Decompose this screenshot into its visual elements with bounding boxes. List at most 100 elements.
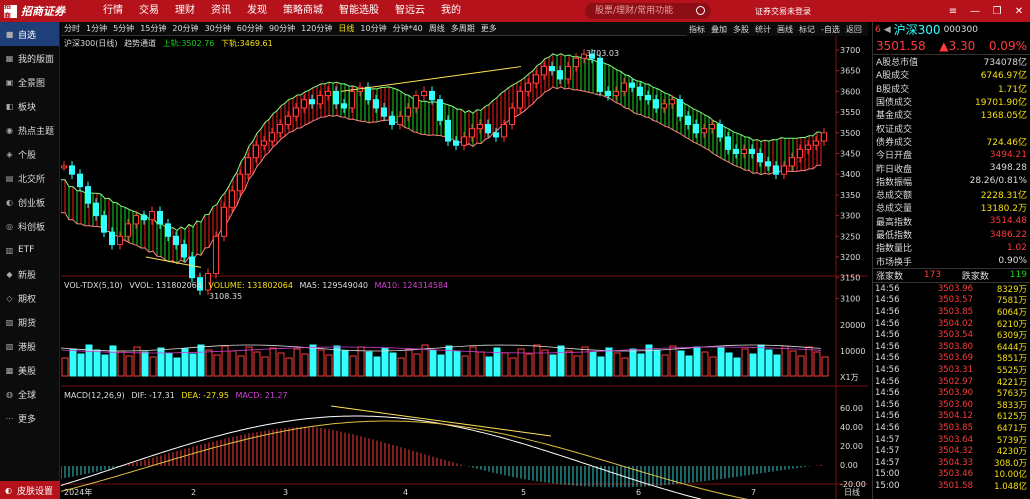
- tick-price-13: 3503.64: [937, 434, 973, 445]
- period-tab-7[interactable]: 90分钟: [266, 23, 298, 34]
- tool-6[interactable]: -自选: [818, 24, 843, 35]
- tick-row-6[interactable]: 14:56 3503.69 5851万: [873, 353, 1030, 364]
- skin-settings-button[interactable]: ◐ 皮肤设置: [0, 481, 60, 499]
- tool-7[interactable]: 返回: [843, 24, 865, 35]
- tick-price-17: 3501.58: [937, 480, 973, 491]
- tool-4[interactable]: 画线: [774, 24, 796, 35]
- period-tab-10[interactable]: 10分钟: [357, 23, 389, 34]
- sidebar-item-0[interactable]: ■ 自选: [0, 22, 59, 46]
- vol-bar-19: [213, 354, 221, 377]
- nav-item-1[interactable]: 交易: [131, 0, 167, 22]
- date-tick-1: 2: [191, 488, 196, 497]
- sidebar-item-11[interactable]: ◇ 期权: [0, 286, 59, 310]
- stat-label-10: 总成交额: [876, 191, 913, 202]
- stat-label-2: B股成交: [876, 84, 910, 95]
- nav-item-8[interactable]: 我的: [433, 0, 469, 22]
- tool-2[interactable]: 多股: [730, 24, 752, 35]
- candle-39: [373, 99, 379, 109]
- minimize-icon[interactable]: —: [964, 6, 986, 17]
- sidebar-item-16[interactable]: ⋯ 更多: [0, 406, 59, 430]
- candle-59: [533, 74, 539, 84]
- vol-bar-87: [757, 344, 765, 377]
- close-icon[interactable]: ✕: [1008, 6, 1030, 17]
- tick-list[interactable]: 14:56 3503.96 8329万 14:56 3503.57 7581万 14:56 3…: [873, 283, 1030, 492]
- period-tab-6[interactable]: 60分钟: [234, 23, 266, 34]
- sidebar-item-8[interactable]: ◎ 科创板: [0, 214, 59, 238]
- stat-label-6: 债券成交: [876, 137, 913, 148]
- period-tab-3[interactable]: 15分钟: [137, 23, 169, 34]
- chevron-left-icon[interactable]: ◀: [884, 25, 891, 35]
- sidebar-item-6[interactable]: ▤ 北交所: [0, 166, 59, 190]
- sidebar-item-13[interactable]: ▧ 港股: [0, 334, 59, 358]
- sidebar-item-2[interactable]: ▣ 全景图: [0, 70, 59, 94]
- tick-row-9[interactable]: 14:56 3503.90 5763万: [873, 387, 1030, 399]
- menu-icon[interactable]: ≡: [942, 6, 964, 17]
- nav-item-2[interactable]: 理财: [167, 0, 203, 22]
- period-tab-11[interactable]: 分钟*40: [390, 23, 426, 34]
- tick-row-16[interactable]: 15:00 3503.46 10.00亿: [873, 469, 1030, 480]
- tick-row-17[interactable]: 15:00 3501.58 1.048亿: [873, 480, 1030, 492]
- skin-label: 皮肤设置: [17, 486, 54, 497]
- period-tab-8[interactable]: 120分钟: [298, 23, 335, 34]
- nav-item-3[interactable]: 资讯: [203, 0, 239, 22]
- tick-row-2[interactable]: 14:56 3503.85 6064万: [873, 306, 1030, 318]
- tick-row-8[interactable]: 14:56 3502.97 4221万: [873, 376, 1030, 388]
- tool-1[interactable]: 叠加: [708, 24, 730, 35]
- tick-row-3[interactable]: 14:56 3504.02 6210万: [873, 318, 1030, 330]
- tool-0[interactable]: 指标: [686, 24, 708, 35]
- tick-row-10[interactable]: 14:56 3503.60 5833万: [873, 399, 1030, 411]
- sidebar-item-7[interactable]: ◐ 创业板: [0, 190, 59, 214]
- sidebar-item-9[interactable]: ▥ ETF: [0, 238, 59, 262]
- maximize-icon[interactable]: ❐: [986, 6, 1008, 17]
- period-tab-1[interactable]: 1分钟: [83, 23, 110, 34]
- tool-3[interactable]: 统计: [752, 24, 774, 35]
- sidebar-item-15[interactable]: ◍ 全球: [0, 382, 59, 406]
- period-tab-13[interactable]: 多周期: [448, 23, 478, 34]
- tool-5[interactable]: 标记: [796, 24, 818, 35]
- search-input[interactable]: 股票/理财/常用功能: [585, 3, 711, 19]
- period-tab-12[interactable]: 周线: [426, 23, 448, 34]
- sidebar-item-3[interactable]: ◧ 板块: [0, 94, 59, 118]
- candle-80: [701, 128, 707, 134]
- nav-item-0[interactable]: 行情: [95, 0, 131, 22]
- sidebar-item-4[interactable]: ◉ 热点主题: [0, 118, 59, 142]
- tick-row-11[interactable]: 14:56 3504.12 6125万: [873, 411, 1030, 422]
- period-tab-4[interactable]: 20分钟: [169, 23, 201, 34]
- period-tab-2[interactable]: 5分钟: [110, 23, 137, 34]
- nav-item-5[interactable]: 策略商城: [275, 0, 331, 22]
- tick-row-1[interactable]: 14:56 3503.57 7581万: [873, 295, 1030, 306]
- candle-94: [813, 140, 819, 146]
- nav-item-6[interactable]: 智能选股: [331, 0, 387, 22]
- sidebar-item-5[interactable]: ◈ 个股: [0, 142, 59, 166]
- tick-row-13[interactable]: 14:57 3503.64 5739万: [873, 434, 1030, 446]
- date-axis-period: 日线: [844, 487, 860, 497]
- tick-price-9: 3503.90: [937, 388, 973, 399]
- period-tab-0[interactable]: 分时: [61, 23, 83, 34]
- sidebar-item-14[interactable]: ▩ 美股: [0, 358, 59, 382]
- tick-row-0[interactable]: 14:56 3503.96 8329万: [873, 283, 1030, 295]
- chart-area[interactable]: 3700 3650 3600 3550 3500 3450 3400 3350 3300 3250…: [61, 36, 868, 499]
- period-tab-9[interactable]: 日线: [335, 23, 357, 34]
- tick-row-4[interactable]: 14:56 3503.54 6309万: [873, 329, 1030, 341]
- price-tick-6: 3400: [840, 170, 860, 179]
- candle-8: [125, 223, 131, 237]
- period-tab-5[interactable]: 30分钟: [202, 23, 234, 34]
- sidebar-item-1[interactable]: ▦ 我的版面: [0, 46, 59, 70]
- sidebar-item-12[interactable]: ▨ 期货: [0, 310, 59, 334]
- search-icon[interactable]: [696, 6, 705, 15]
- tick-row-12[interactable]: 14:56 3503.85 6471万: [873, 422, 1030, 434]
- candle-87: [757, 153, 763, 163]
- tick-row-5[interactable]: 14:56 3503.80 6444万: [873, 341, 1030, 353]
- stat-value-4: 1368.05亿: [980, 111, 1027, 122]
- period-tab-14[interactable]: 更多: [478, 23, 500, 34]
- candle-77: [677, 99, 683, 117]
- tick-row-14[interactable]: 14:57 3504.32 4230万: [873, 445, 1030, 457]
- nav-item-7[interactable]: 智远云: [387, 0, 433, 22]
- vol-bar-60: [541, 349, 549, 377]
- kline-chart[interactable]: 3700365036003550350034503400335033003250…: [61, 36, 868, 499]
- tick-row-7[interactable]: 14:56 3503.31 5525万: [873, 364, 1030, 376]
- tick-row-15[interactable]: 14:57 3504.33 308.0万: [873, 457, 1030, 469]
- login-status[interactable]: 证券交易未登录: [755, 6, 811, 17]
- sidebar-item-10[interactable]: ◆ 新股: [0, 262, 59, 286]
- nav-item-4[interactable]: 发现: [239, 0, 275, 22]
